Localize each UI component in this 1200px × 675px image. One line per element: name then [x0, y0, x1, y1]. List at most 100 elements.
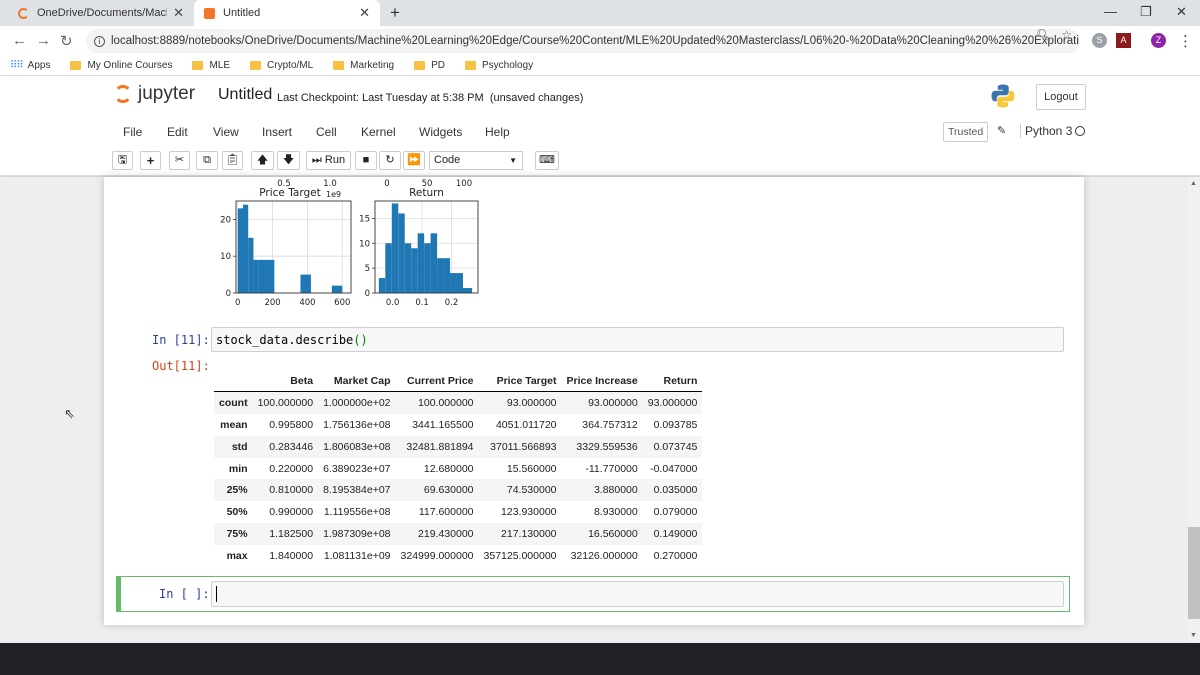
top-tick-label: 100	[456, 179, 472, 189]
tab-untitled[interactable]: Untitled ✕	[194, 0, 380, 26]
scroll-up-icon[interactable]: ▲	[1190, 180, 1197, 187]
menu-edit[interactable]: Edit	[167, 125, 188, 139]
bookmark-my-online-courses[interactable]: My Online Courses	[70, 60, 172, 71]
new-tab-icon[interactable]: +	[390, 3, 400, 23]
table-cell: 1.987309e+08	[323, 528, 391, 541]
logout-button[interactable]: Logout	[1036, 84, 1086, 110]
bookmark-apps[interactable]: ⠿⠿ Apps	[10, 60, 50, 71]
row-label: 50%	[226, 506, 248, 519]
table-cell: 32126.000000	[570, 550, 638, 563]
jupyter-favicon-icon	[18, 7, 29, 19]
histogram-bar	[469, 288, 473, 293]
forward-icon[interactable]: →	[36, 32, 51, 49]
arrow-down-icon: 🡇	[282, 154, 295, 166]
table-cell: 1.119556e+08	[323, 506, 391, 519]
run-button[interactable]: ⏭ Run	[306, 151, 351, 170]
row-label: 75%	[226, 528, 248, 541]
jupyter-logo-icon	[114, 85, 132, 103]
fast-forward-icon: ⏩	[407, 154, 421, 166]
table-cell: 12.680000	[423, 462, 474, 475]
column-header: Beta	[252, 370, 319, 393]
table-cell: 3329.559536	[576, 440, 638, 453]
window-close-icon[interactable]: ✕	[1176, 4, 1187, 20]
table-cell: 93.000000	[647, 397, 698, 410]
menu-file[interactable]: File	[123, 125, 142, 139]
jupyter-header: jupyter Untitled Last Checkpoint: Last T…	[0, 76, 1200, 118]
insert-cell-button[interactable]: +	[140, 151, 161, 170]
bookmark-marketing[interactable]: Marketing	[333, 60, 394, 71]
jupyter-logo[interactable]: jupyter	[114, 83, 195, 105]
empty-code-input[interactable]	[211, 581, 1064, 607]
notebook-name[interactable]: Untitled	[218, 86, 272, 104]
minimize-icon[interactable]: —	[1104, 4, 1117, 19]
code-cell-input[interactable]: stock_data.describe()	[211, 327, 1064, 352]
cut-button[interactable]: ✂	[169, 151, 190, 170]
restore-icon[interactable]: ❐	[1140, 4, 1152, 20]
scroll-down-icon[interactable]: ▼	[1190, 632, 1197, 639]
table-cell: 0.073745	[653, 440, 698, 453]
input-prompt: In [ ]:	[159, 587, 210, 601]
bookmark-crypto-ml[interactable]: Crypto/ML	[250, 60, 313, 71]
y-tick-label: 10	[359, 239, 370, 249]
input-prompt: In [11]:	[152, 333, 210, 347]
tab-onedrive[interactable]: OneDrive/Documents/Machine L ✕	[8, 0, 194, 26]
close-icon[interactable]: ✕	[173, 5, 184, 21]
move-up-button[interactable]: 🡅	[251, 151, 274, 170]
zoom-icon[interactable]: 🔍︎	[1036, 28, 1051, 42]
table-cell: 0.990000	[269, 506, 314, 519]
bookmark-pd[interactable]: PD	[414, 60, 445, 71]
menu-kernel[interactable]: Kernel	[361, 125, 396, 139]
move-down-button[interactable]: 🡇	[277, 151, 300, 170]
close-icon[interactable]: ✕	[359, 5, 370, 21]
table-row: max 1.840000 1.081131e+09 324999.000000 3571…	[214, 545, 702, 567]
table-cell: 0.079000	[653, 506, 698, 519]
url-text: localhost:8889/notebooks/OneDrive/Docume…	[111, 35, 1080, 47]
reload-icon[interactable]: ↻	[60, 32, 73, 50]
menu-widgets[interactable]: Widgets	[419, 125, 462, 139]
profile-avatar[interactable]: Z	[1151, 33, 1166, 48]
bookmark-mle[interactable]: MLE	[192, 60, 230, 71]
histogram-bar	[378, 278, 386, 293]
copy-button[interactable]: ⧉	[196, 151, 218, 170]
save-button[interactable]: 🖫	[112, 151, 133, 170]
menu-cell[interactable]: Cell	[316, 125, 337, 139]
table-cell: 219.430000	[418, 528, 474, 541]
table-cell: 0.149000	[653, 528, 698, 541]
table-cell: 93.000000	[506, 397, 557, 410]
restart-run-all-button[interactable]: ⏩	[403, 151, 425, 170]
menu-insert[interactable]: Insert	[262, 125, 292, 139]
interrupt-button[interactable]: ■	[355, 151, 377, 170]
pencil-icon[interactable]: ✎	[997, 124, 1006, 137]
folder-icon	[333, 61, 345, 70]
python-logo-icon	[991, 84, 1015, 108]
chart-title: Return	[409, 187, 444, 199]
menu-view[interactable]: View	[213, 125, 239, 139]
histogram-bar	[430, 233, 438, 293]
menu-help[interactable]: Help	[485, 125, 510, 139]
table-cell: 69.630000	[423, 484, 474, 497]
restart-button[interactable]: ↻	[379, 151, 401, 170]
bookmark-psychology[interactable]: Psychology	[464, 60, 533, 71]
column-header: Return	[642, 370, 703, 393]
info-icon[interactable]: i	[94, 35, 105, 47]
kernel-idle-icon	[1075, 126, 1085, 136]
browser-menu-icon[interactable]: ⋮	[1178, 32, 1193, 50]
bookmark-star-icon[interactable]: ☆	[1061, 28, 1072, 42]
pdf-extension-icon[interactable]: A	[1116, 33, 1131, 48]
extension-icon[interactable]: S	[1092, 33, 1107, 48]
plus-icon: +	[146, 153, 155, 168]
table-cell: 0.093785	[653, 418, 698, 431]
cell-type-select[interactable]: Code ▼	[429, 151, 523, 170]
scrollbar-thumb[interactable]	[1188, 527, 1200, 619]
kernel-name[interactable]: Python 3	[1020, 124, 1072, 138]
paste-button[interactable]: 📋︎	[222, 151, 243, 170]
folder-icon	[70, 61, 82, 70]
command-palette-button[interactable]: ⌨	[535, 151, 559, 170]
trusted-indicator[interactable]: Trusted	[943, 122, 989, 142]
output-prompt: Out[11]:	[152, 359, 210, 373]
table-cell: 15.560000	[506, 462, 557, 475]
back-icon[interactable]: ←	[12, 32, 27, 49]
histogram-output: 0 200 400 600010200.5 1.0Price Target 1e90.0 0…	[220, 179, 479, 308]
url-input[interactable]: i localhost:8889/notebooks/OneDrive/Docu…	[86, 29, 1080, 53]
table-cell: 8.195384e+07	[323, 484, 391, 497]
